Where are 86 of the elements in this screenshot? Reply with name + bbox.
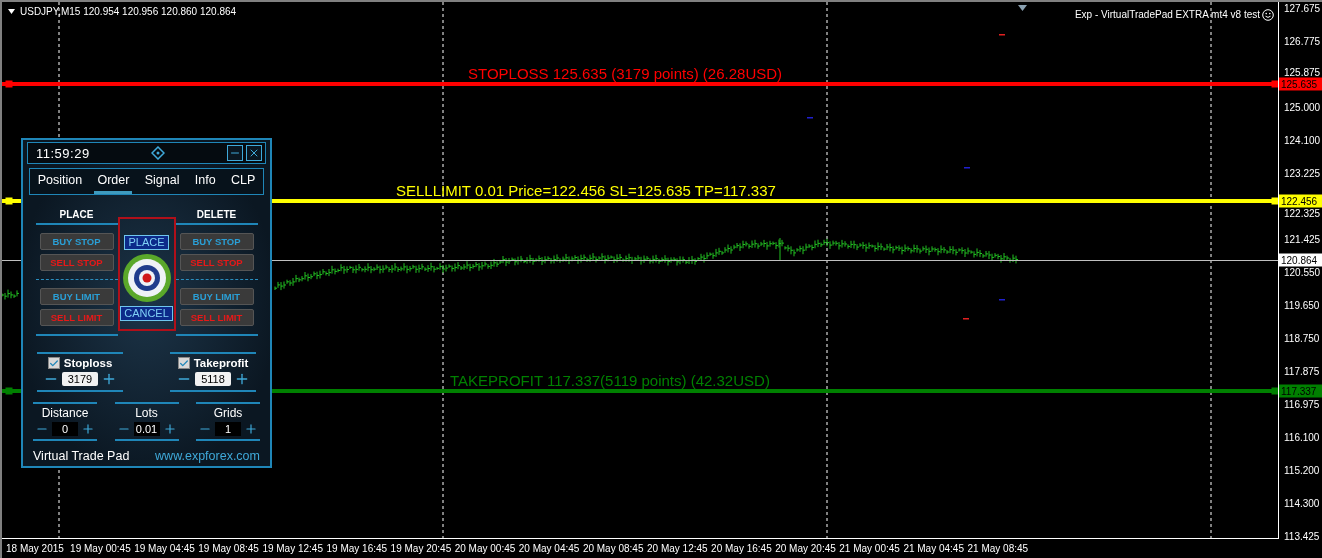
time-label: 20 May 00:45: [454, 543, 516, 554]
time-label: 19 May 16:45: [326, 543, 388, 554]
tab[interactable]: Signal: [141, 169, 183, 194]
triangle-marker-icon: [1018, 5, 1027, 11]
line-handle[interactable]: [1271, 80, 1279, 88]
line-label: STOPLOSS 125.635 (3179 points) (26.28USD): [468, 65, 783, 82]
checkbox-label: Stoploss: [63, 357, 113, 369]
price-tick-label: 114.300: [1284, 497, 1320, 509]
price-tag: 117.337: [1279, 384, 1322, 398]
points-field[interactable]: 3179: [62, 372, 98, 386]
time-label: 18 May 2015: [6, 543, 64, 554]
target-icon[interactable]: [121, 253, 172, 303]
price-tick-label: 116.100: [1284, 431, 1320, 443]
value-field[interactable]: 0: [52, 422, 78, 436]
place-button[interactable]: PLACE: [124, 235, 169, 250]
tab[interactable]: Info: [191, 169, 219, 194]
line-label: SELLLIMIT 0.01 Price=122.456 SL=125.635 TP=117.337: [396, 182, 776, 199]
price-tick-label: 116.975: [1284, 398, 1320, 410]
symbol-header: USDJPY,M15 120.954 120.956 120.860 120.864: [20, 6, 237, 17]
time-label: 19 May 04:45: [134, 543, 195, 554]
cancel-button[interactable]: CANCEL: [120, 306, 173, 321]
price-tag: 122.456: [1279, 194, 1322, 208]
time-label: 21 May 00:45: [839, 543, 900, 554]
line-handle[interactable]: [5, 80, 13, 88]
plus-icon[interactable]: [81, 422, 95, 436]
stepper-label: Lots: [135, 406, 158, 420]
website-link[interactable]: www.expforex.com: [155, 449, 260, 463]
line-handle[interactable]: [5, 197, 13, 205]
price-tick-label: 119.650: [1284, 299, 1320, 311]
value-field[interactable]: 0.01: [133, 422, 160, 436]
tab[interactable]: Order: [94, 169, 133, 194]
price-tick-label: 125.875: [1284, 66, 1321, 78]
price-tick-label: 123.225: [1284, 167, 1321, 179]
clock: 11:59:29: [36, 145, 90, 161]
points-field[interactable]: 5118: [195, 372, 231, 386]
price-tick-label: 125.000: [1284, 101, 1321, 113]
price-tick-label: 115.200: [1284, 464, 1320, 476]
line-handle[interactable]: [1271, 197, 1279, 205]
order-type-button[interactable]: BUY STOP: [179, 233, 254, 250]
line-handle[interactable]: [5, 387, 13, 395]
price-tag: 120.864: [1279, 253, 1322, 267]
price-tick-label: 117.875: [1284, 365, 1320, 377]
value-field[interactable]: 1: [215, 422, 241, 436]
price-tick-label: 126.775: [1284, 35, 1321, 47]
time-label: 19 May 08:45: [198, 543, 259, 554]
plus-icon[interactable]: [234, 371, 250, 387]
checkbox-label: Takeprofit: [193, 357, 249, 369]
section-heading: DELETE: [195, 209, 238, 222]
order-type-button[interactable]: BUY LIMIT: [179, 288, 254, 305]
checkbox[interactable]: [47, 357, 60, 369]
price-tick-label: 124.100: [1284, 134, 1321, 146]
price-tick-label: 113.425: [1284, 530, 1320, 542]
panel-title: Virtual Trade Pad: [33, 449, 130, 463]
order-type-button[interactable]: BUY STOP: [39, 233, 114, 250]
time-label: 20 May 12:45: [647, 543, 708, 554]
checkbox[interactable]: [177, 357, 190, 369]
order-type-button[interactable]: BUY LIMIT: [39, 288, 114, 305]
section-heading: PLACE: [58, 209, 95, 222]
price-tick-label: 120.550: [1284, 266, 1321, 278]
plus-icon[interactable]: [162, 422, 177, 436]
time-label: 21 May 08:45: [967, 543, 1029, 554]
price-tick-label: 121.425: [1284, 233, 1321, 245]
tab[interactable]: CLP: [227, 169, 259, 194]
smiley-icon: [1262, 9, 1274, 21]
stepper-label: Distance: [41, 406, 89, 420]
time-label: 20 May 08:45: [582, 543, 644, 554]
price-tick-label: 122.325: [1284, 207, 1321, 219]
time-label: 20 May 04:45: [518, 543, 580, 554]
time-label: 20 May 20:45: [775, 543, 836, 554]
time-label: 20 May 16:45: [711, 543, 772, 554]
price-tick-label: 118.750: [1284, 332, 1320, 344]
expert-label: Exp - VirtualTradePad EXTRA mt4 v8 test: [1074, 9, 1260, 20]
dropdown-arrow-icon[interactable]: [8, 9, 15, 14]
time-label: 19 May 12:45: [262, 543, 323, 554]
move-icon[interactable]: [151, 146, 166, 160]
plus-icon[interactable]: [101, 371, 117, 387]
time-label: 21 May 04:45: [903, 543, 964, 554]
price-tick-label: 127.675: [1284, 2, 1321, 14]
stepper-label: Grids: [213, 406, 243, 420]
price-tag: 125.635: [1279, 77, 1322, 91]
line-handle[interactable]: [1271, 387, 1279, 395]
line-label: TAKEPROFIT 117.337(5119 points) (42.32USD): [450, 372, 770, 389]
time-label: 19 May 00:45: [70, 543, 131, 554]
plus-icon[interactable]: [244, 422, 258, 436]
time-label: 19 May 20:45: [390, 543, 452, 554]
tab[interactable]: Position: [34, 169, 86, 194]
